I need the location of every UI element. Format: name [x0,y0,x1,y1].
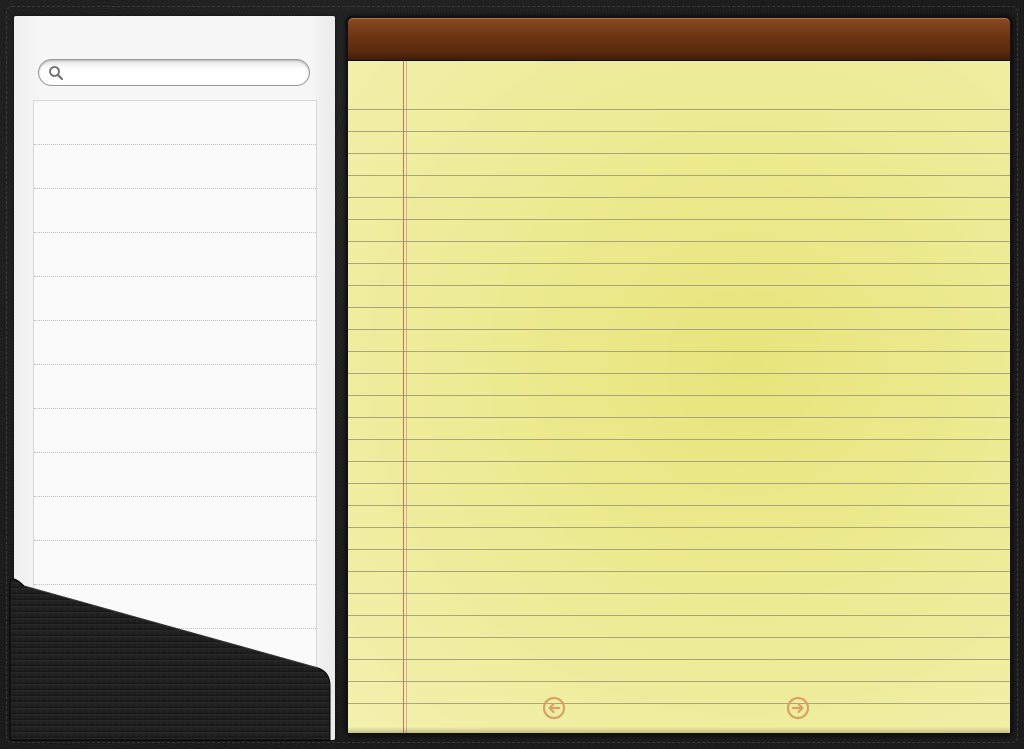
notepad-binding [348,18,1010,64]
paper-rule-line [348,219,1010,220]
paper-rule-line [348,417,1010,418]
paper-rule-line [348,571,1010,572]
paper-rule-line [348,615,1010,616]
notes-list[interactable] [33,100,317,740]
paper-rule-line [348,681,1010,682]
notepad-paper[interactable] [348,61,1010,733]
list-item[interactable] [34,233,316,277]
paper-rule-line [348,263,1010,264]
list-item[interactable] [34,409,316,453]
paper-rule-line [348,285,1010,286]
paper-rule-line [348,197,1010,198]
paper-rule-line [348,703,1010,704]
list-item[interactable] [34,541,316,585]
paper-bottom-shadow [348,727,1010,733]
paper-rule-line [348,307,1010,308]
search-input[interactable] [69,63,303,84]
paper-rule-line [348,109,1010,110]
leather-case [0,0,1024,749]
list-item[interactable] [34,585,316,629]
list-item[interactable] [34,497,316,541]
search-field[interactable] [38,59,310,86]
list-item[interactable] [34,453,316,497]
paper-rule-line [348,373,1010,374]
paper-rule-line [348,461,1010,462]
list-item[interactable] [34,629,316,673]
list-item[interactable] [34,673,316,717]
list-item[interactable] [34,277,316,321]
paper-rule-line [348,351,1010,352]
paper-rule-line [348,527,1010,528]
arrow-right-circle-icon[interactable] [786,696,810,720]
paper-rule-line [348,637,1010,638]
margin-line-secondary [406,61,407,733]
margin-line [403,61,404,733]
paper-rule-line [348,439,1010,440]
paper-rule-line [348,241,1010,242]
list-item[interactable] [34,365,316,409]
list-item[interactable] [34,145,316,189]
list-item[interactable] [34,321,316,365]
paper-rule-line [348,395,1010,396]
list-item[interactable] [34,101,316,145]
paper-rule-line [348,153,1010,154]
search-icon [49,66,64,81]
paper-rule-line [348,549,1010,550]
paper-rule-line [348,505,1010,506]
paper-rule-line [348,131,1010,132]
paper-rule-line [348,175,1010,176]
paper-rule-line [348,329,1010,330]
paper-rule-line [348,483,1010,484]
paper-rule-line [348,659,1010,660]
notes-sidebar [14,16,335,740]
paper-rule-line [348,593,1010,594]
list-item[interactable] [34,189,316,233]
arrow-left-circle-icon[interactable] [542,696,566,720]
